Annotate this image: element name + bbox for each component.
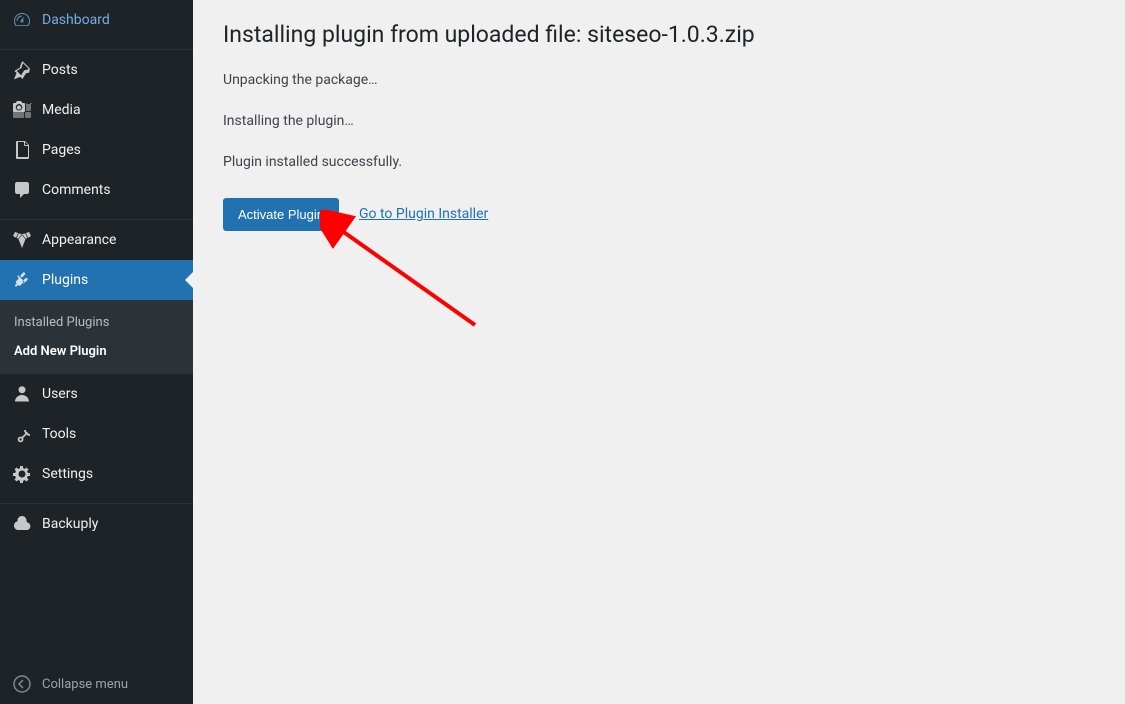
- settings-icon: [12, 464, 32, 484]
- main-content: Installing plugin from uploaded file: si…: [193, 0, 1125, 704]
- go-to-installer-link[interactable]: Go to Plugin Installer: [359, 206, 488, 222]
- arrow-annotation: [320, 210, 500, 350]
- comments-icon: [12, 180, 32, 200]
- sidebar-item-label: Dashboard: [42, 12, 110, 28]
- plugins-submenu: Installed Plugins Add New Plugin: [0, 300, 193, 374]
- sidebar-item-label: Tools: [42, 426, 76, 442]
- submenu-installed-plugins[interactable]: Installed Plugins: [0, 308, 193, 337]
- sidebar-item-appearance[interactable]: Appearance: [0, 220, 193, 260]
- users-icon: [12, 384, 32, 404]
- media-icon: [12, 100, 32, 120]
- sidebar-item-comments[interactable]: Comments: [0, 170, 193, 210]
- sidebar-item-label: Backuply: [42, 516, 98, 532]
- collapse-icon: [12, 674, 32, 694]
- status-installing: Installing the plugin…: [223, 111, 1095, 132]
- page-title: Installing plugin from uploaded file: si…: [223, 20, 1095, 50]
- sidebar-item-backuply[interactable]: Backuply: [0, 504, 193, 544]
- sidebar-item-plugins[interactable]: Plugins: [0, 260, 193, 300]
- sidebar-item-label: Pages: [42, 142, 81, 158]
- admin-sidebar: Dashboard Posts Media Pages Comments App…: [0, 0, 193, 704]
- backup-icon: [12, 514, 32, 534]
- pages-icon: [12, 140, 32, 160]
- status-success: Plugin installed successfully.: [223, 152, 1095, 173]
- sidebar-item-media[interactable]: Media: [0, 90, 193, 130]
- tools-icon: [12, 424, 32, 444]
- sidebar-item-label: Appearance: [42, 232, 116, 248]
- collapse-menu[interactable]: Collapse menu: [0, 664, 193, 704]
- sidebar-item-settings[interactable]: Settings: [0, 454, 193, 494]
- collapse-label: Collapse menu: [42, 677, 128, 692]
- action-row: Activate Plugin Go to Plugin Installer: [223, 198, 1095, 231]
- submenu-add-new-plugin[interactable]: Add New Plugin: [0, 337, 193, 366]
- plugins-icon: [12, 270, 32, 290]
- sidebar-item-label: Plugins: [42, 272, 88, 288]
- sidebar-item-tools[interactable]: Tools: [0, 414, 193, 454]
- sidebar-item-label: Media: [42, 102, 81, 118]
- activate-plugin-button[interactable]: Activate Plugin: [223, 198, 339, 231]
- sidebar-item-label: Comments: [42, 182, 111, 198]
- sidebar-item-pages[interactable]: Pages: [0, 130, 193, 170]
- sidebar-item-users[interactable]: Users: [0, 374, 193, 414]
- sidebar-item-posts[interactable]: Posts: [0, 50, 193, 90]
- dashboard-icon: [12, 10, 32, 30]
- sidebar-item-label: Users: [42, 386, 78, 402]
- pin-icon: [12, 60, 32, 80]
- sidebar-item-dashboard[interactable]: Dashboard: [0, 0, 193, 40]
- appearance-icon: [12, 230, 32, 250]
- sidebar-item-label: Posts: [42, 62, 78, 78]
- sidebar-item-label: Settings: [42, 466, 93, 482]
- status-unpacking: Unpacking the package…: [223, 70, 1095, 91]
